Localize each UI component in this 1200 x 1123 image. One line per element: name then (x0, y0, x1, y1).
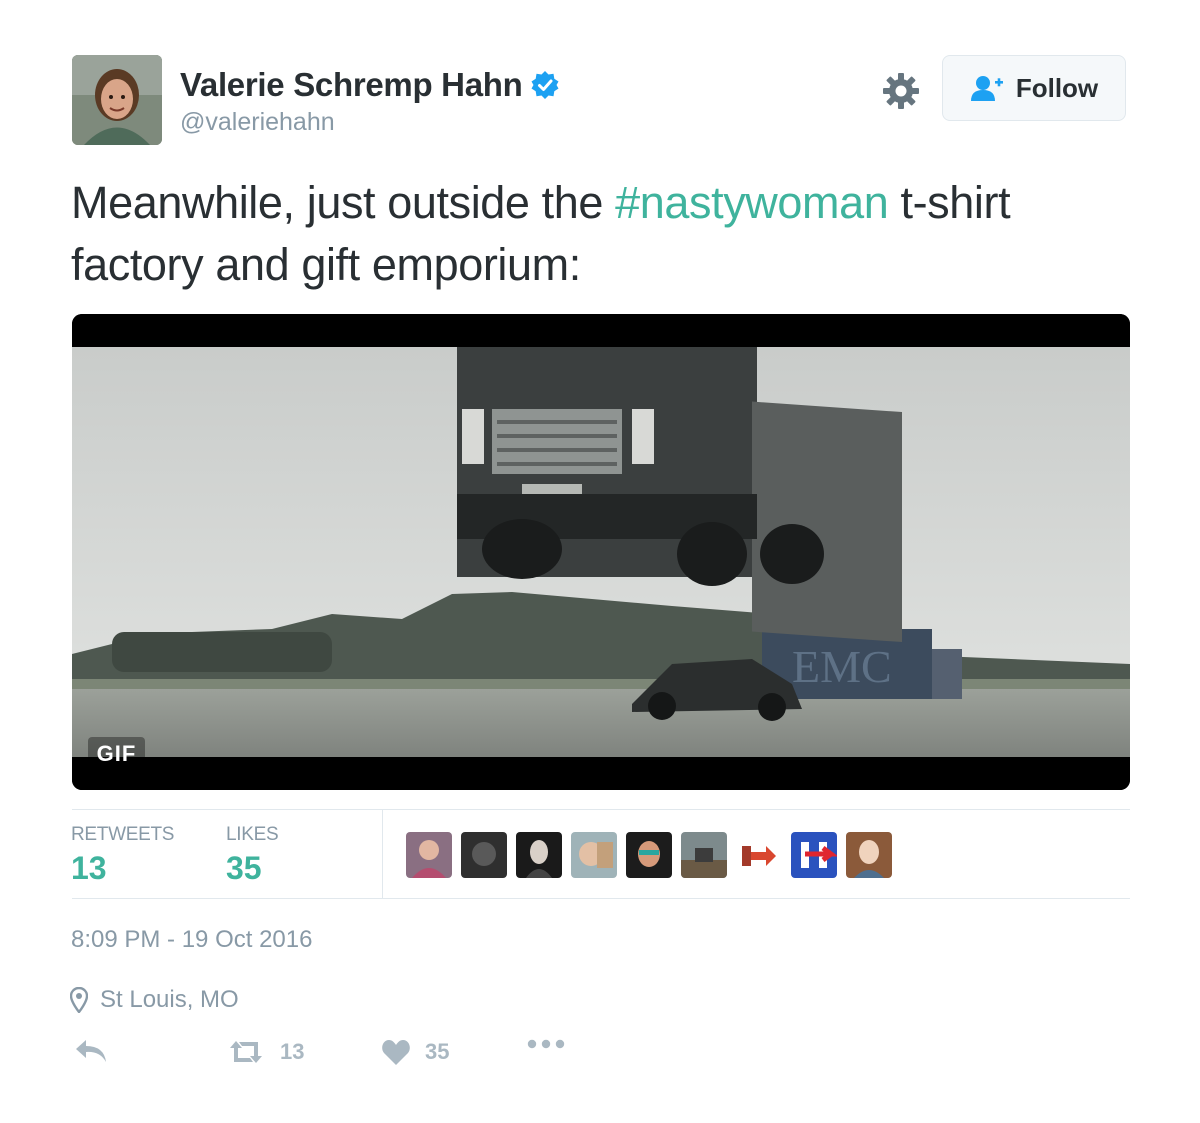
gif-frame: EMC (72, 314, 1130, 790)
author-handle[interactable]: @valeriehahn (180, 108, 335, 137)
like-count: 35 (425, 1039, 450, 1064)
like-button[interactable]: 35 (381, 1038, 449, 1066)
retweets-count[interactable]: 13 (71, 850, 107, 887)
gif-media[interactable]: EMC GIF (72, 314, 1130, 790)
location-pin-icon (70, 987, 88, 1013)
more-button[interactable] (527, 1038, 565, 1050)
liker-avatar[interactable] (626, 832, 672, 878)
author-name-text[interactable]: Valerie Schremp Hahn (180, 66, 523, 104)
reply-button[interactable] (74, 1038, 108, 1064)
hashtag-link[interactable]: #nastywoman (615, 177, 889, 228)
tweet-text-before: Meanwhile, just outside the (71, 177, 616, 228)
gear-icon[interactable] (880, 70, 922, 112)
follow-label: Follow (1015, 72, 1099, 103)
reply-icon (76, 1040, 106, 1062)
tweet-timestamp[interactable]: 8:09 PM - 19 Oct 2016 (71, 926, 312, 954)
gif-badge: GIF (88, 737, 145, 771)
follow-button[interactable]: Follow (942, 55, 1126, 121)
liker-avatar[interactable] (791, 832, 837, 878)
retweet-icon (230, 1041, 262, 1063)
verified-icon (531, 71, 559, 99)
retweets-label[interactable]: RETWEETS (71, 824, 174, 846)
liker-avatar[interactable] (571, 832, 617, 878)
retweet-button[interactable]: 13 (226, 1038, 304, 1066)
liker-avatar[interactable] (406, 832, 452, 878)
author-name[interactable]: Valerie Schremp Hahn (180, 66, 560, 104)
author-avatar[interactable] (72, 55, 162, 145)
tweet-location[interactable]: St Louis, MO (70, 986, 239, 1014)
tweet-text: Meanwhile, just outside the #nastywoman … (71, 172, 1151, 296)
retweet-count: 13 (280, 1039, 305, 1064)
likes-label[interactable]: LIKES (226, 824, 279, 846)
likes-count[interactable]: 35 (226, 850, 262, 887)
liker-avatar[interactable] (736, 832, 782, 878)
stats-separator (382, 810, 383, 898)
likers-avatars (406, 832, 892, 878)
add-user-icon (970, 76, 1003, 101)
stats-bottom-divider (72, 898, 1130, 899)
heart-icon (382, 1040, 410, 1065)
more-icon (527, 1039, 565, 1049)
svg-text:EMC: EMC (792, 641, 892, 692)
liker-avatar[interactable] (461, 832, 507, 878)
location-text: St Louis, MO (100, 986, 239, 1013)
stats-top-divider (72, 809, 1130, 810)
liker-avatar[interactable] (681, 832, 727, 878)
liker-avatar[interactable] (846, 832, 892, 878)
liker-avatar[interactable] (516, 832, 562, 878)
